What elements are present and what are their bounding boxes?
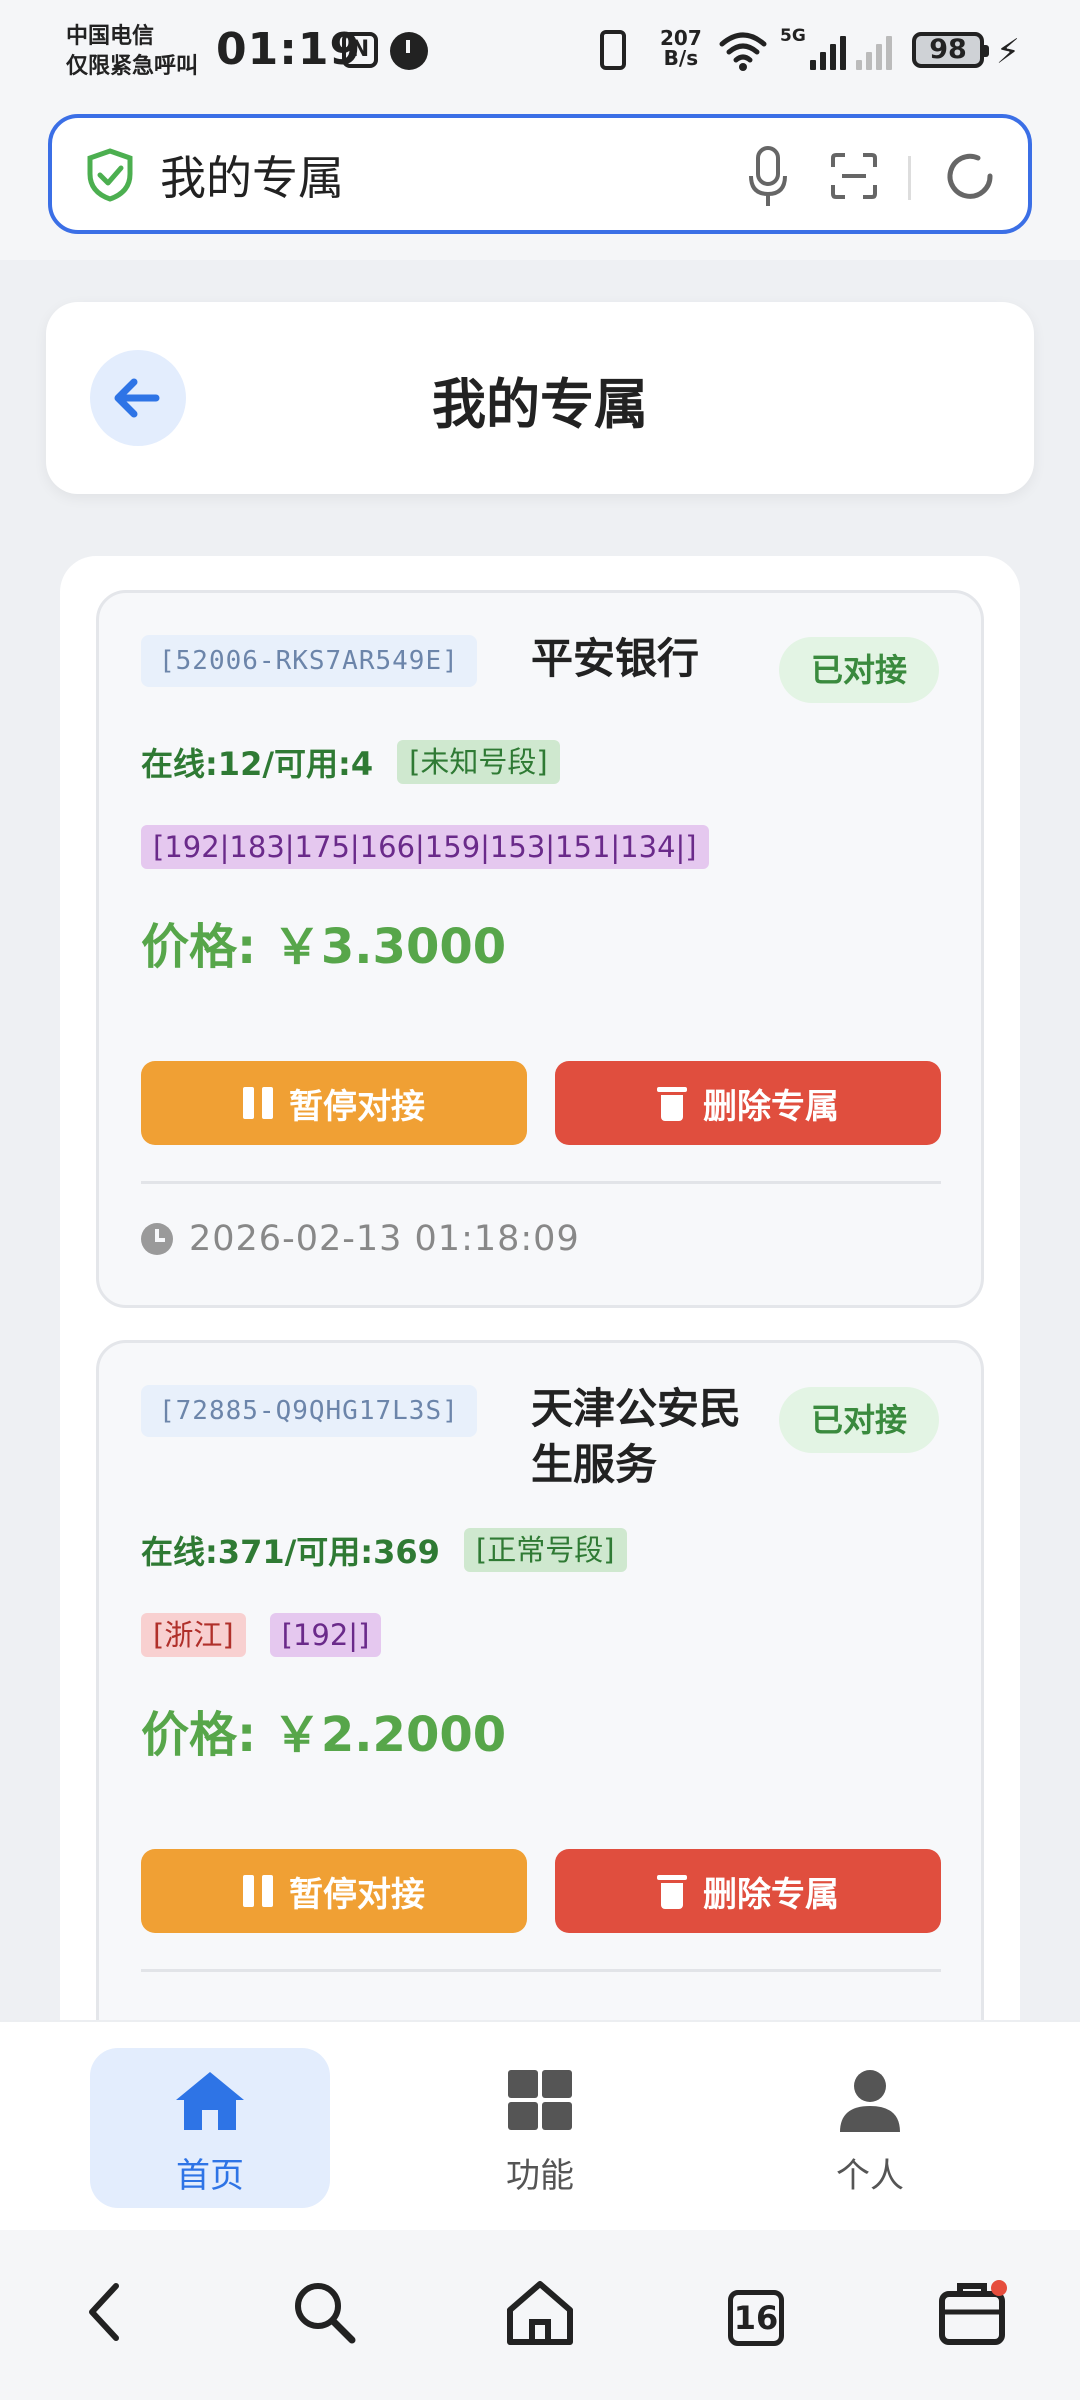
list-item: [52006-RKS7AR549E] 平安银行 已对接 在线:12/可用:4 [… [96,590,984,1308]
signal-icon [810,30,846,70]
timestamp-row: 2026-02-13 01:18:09 [141,1219,580,1259]
pause-button[interactable]: 暂停对接 [141,1849,527,1933]
tags-row: [浙江] [192|] [141,1613,382,1657]
browser-toolbar: 我的专属 [0,100,1080,260]
number-prefix-tag: [192|] [269,1613,382,1657]
status-badge: 已对接 [779,1387,939,1453]
delete-button[interactable]: 删除专属 [555,1061,941,1145]
trash-icon [657,1873,687,1909]
network-speed: 207 B/s [660,26,702,70]
project-code: [52006-RKS7AR549E] [141,635,477,687]
scan-icon[interactable] [830,152,878,200]
network-type: 5G [780,26,806,46]
availability-text: 在线:371/可用:369 [141,1533,440,1571]
reload-icon[interactable] [942,148,998,204]
browser-nav-bar [0,2230,1080,2400]
wifi-icon [719,32,767,71]
number-prefix-tag: [192|183|175|166|159|153|151|134|] [141,825,709,869]
project-code: [72885-Q9QHG17L3S] [141,1385,477,1437]
delete-label: 删除专属 [703,1874,839,1915]
tab-profile[interactable]: 个人 [750,2048,990,2208]
exclusive-list[interactable]: [52006-RKS7AR549E] 平安银行 已对接 在线:12/可用:4 [… [60,556,1020,2020]
grid-icon [508,2070,572,2130]
microphone-icon[interactable] [748,146,788,208]
charging-icon: ⚡ [996,32,1020,72]
home-icon [176,2072,244,2130]
stats-row: 在线:12/可用:4 [未知号段] [141,739,560,785]
pause-icon [243,1087,273,1119]
pause-label: 暂停对接 [289,1874,425,1915]
bottom-tab-bar: 首页 功能 个人 [0,2020,1080,2230]
nfc-icon: N [342,32,378,68]
status-time: 01:19 [216,24,362,75]
status-bar: 中国电信 仅限紧急呼叫 01:19 N 207 B/s 5G 98 ⚡ [0,0,1080,100]
pause-icon [243,1875,273,1907]
address-text[interactable]: 我的专属 [160,142,344,208]
carrier-name: 中国电信 [66,24,155,49]
segment-tag: [未知号段] [397,740,560,784]
clock-icon [141,1223,173,1255]
stats-row: 在线:371/可用:369 [正常号段] [141,1527,627,1573]
search-icon[interactable] [284,2272,364,2352]
user-icon [840,2070,900,2132]
tab-home[interactable]: 首页 [90,2048,330,2208]
signal-sim2-icon [856,30,892,70]
delete-button[interactable]: 删除专属 [555,1849,941,1933]
notification-dot [991,2280,1007,2296]
tab-label: 首页 [176,2156,244,2196]
trash-icon [657,1085,687,1121]
address-bar[interactable]: 我的专属 [48,114,1032,234]
tab-label: 个人 [836,2156,904,2196]
region-tag: [浙江] [141,1613,246,1657]
pause-button[interactable]: 暂停对接 [141,1061,527,1145]
battery-icon: 98 [912,32,989,68]
page-title: 我的专属 [432,373,648,436]
page-header: 我的专属 [46,302,1034,494]
price: 价格: ￥3.3000 [141,919,507,975]
delete-label: 删除专属 [703,1086,839,1127]
list-item: [72885-Q9QHG17L3S] 天津公安民生服务 已对接 在线:371/可… [96,1340,984,2020]
availability-text: 在线:12/可用:4 [141,745,374,783]
project-name: 天津公安民生服务 [531,1384,742,1489]
tab-count-button[interactable]: 16 [728,2290,784,2346]
carrier-info: 中国电信 仅限紧急呼叫 [66,22,198,82]
status-badge: 已对接 [779,637,939,703]
card-divider [141,1181,941,1184]
alarm-icon [390,32,428,70]
vibrate-icon [600,30,626,70]
price: 价格: ￥2.2000 [141,1707,507,1763]
project-name: 平安银行 [531,634,700,683]
address-divider [908,156,911,200]
pause-label: 暂停对接 [289,1086,425,1127]
segment-tag: [正常号段] [463,1528,627,1572]
shield-icon [87,148,133,202]
tags-row: [192|183|175|166|159|153|151|134|] [141,825,709,869]
back-icon[interactable] [66,2272,146,2352]
tab-label: 功能 [506,2156,574,2196]
timestamp: 2026-02-13 01:18:09 [189,1219,580,1259]
home-nav-icon[interactable] [500,2272,580,2352]
tab-functions[interactable]: 功能 [420,2048,660,2208]
card-divider [141,1969,941,1972]
carrier-status: 仅限紧急呼叫 [66,54,199,79]
